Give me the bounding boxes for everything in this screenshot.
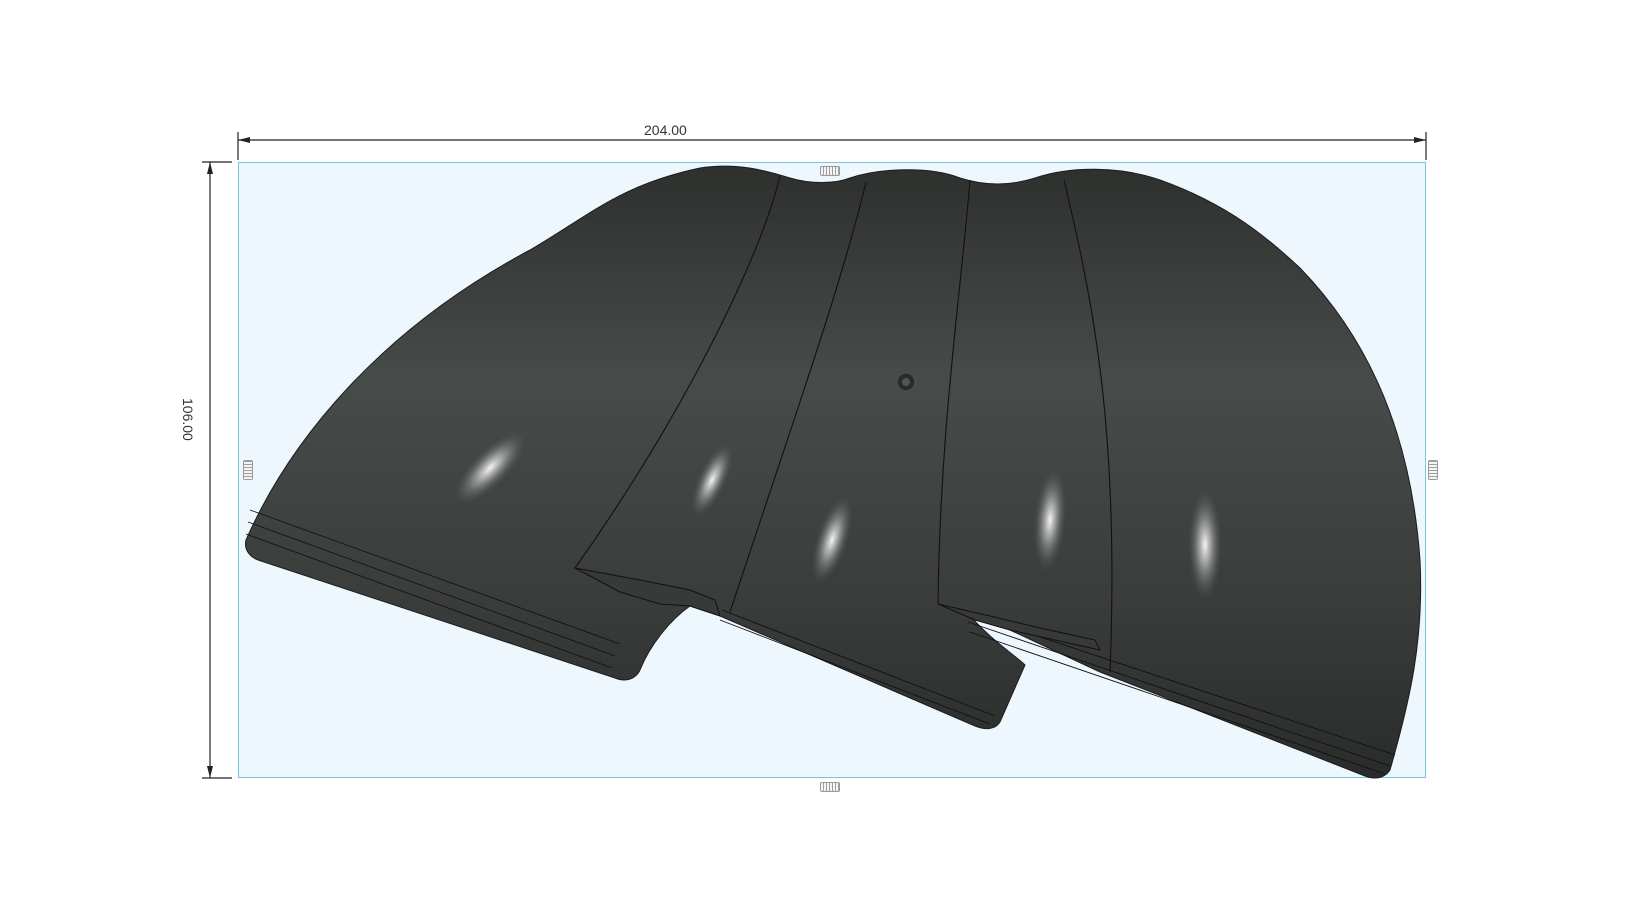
height-dimension-label[interactable]: 106.00 xyxy=(180,398,196,441)
resize-handle-right[interactable] xyxy=(1428,460,1438,480)
resize-handle-left[interactable] xyxy=(243,460,253,480)
height-dimension xyxy=(202,161,232,779)
width-dimension xyxy=(237,132,1427,160)
width-dimension-label[interactable]: 204.00 xyxy=(644,122,687,138)
resize-handle-top[interactable] xyxy=(820,166,840,176)
resize-handle-bottom[interactable] xyxy=(820,782,840,792)
origin-marker xyxy=(896,372,916,392)
model-body[interactable] xyxy=(245,165,1422,779)
cad-viewport[interactable]: 204.00 106.00 xyxy=(0,0,1632,918)
model-scene xyxy=(202,132,1427,779)
